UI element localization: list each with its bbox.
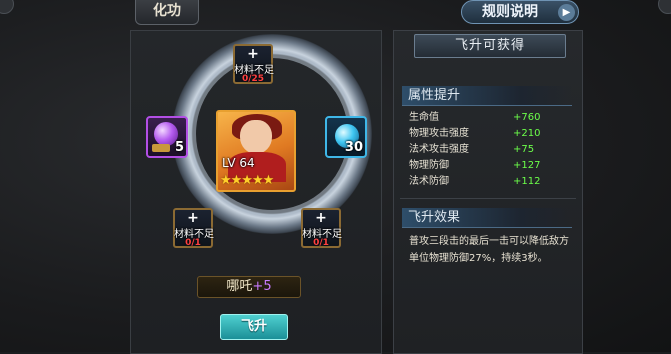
plus-icon: +	[247, 46, 259, 62]
rules-button[interactable]: 规则说明 ▶	[461, 0, 579, 24]
stat-name: 法术防御	[409, 176, 449, 187]
stat-value: +127	[513, 160, 541, 171]
stat-name: 法术攻击强度	[409, 144, 469, 155]
material-count: 0/1	[313, 238, 329, 248]
hero-name-bar: 哪吒+5	[197, 276, 301, 298]
material-slot-right[interactable]: 30	[325, 116, 367, 158]
stat-row: 法术攻击强度 +75	[409, 142, 559, 158]
stat-name: 物理攻击强度	[409, 128, 469, 139]
hero-plus-level: +5	[252, 279, 272, 294]
play-arrow-icon: ▶	[558, 4, 575, 21]
stat-row: 法术防御 +112	[409, 174, 559, 190]
rewards-title: 飞升可获得	[414, 34, 566, 58]
hero-name: 哪吒	[226, 279, 253, 294]
plus-icon: +	[315, 210, 327, 226]
stat-row: 物理攻击强度 +210	[409, 126, 559, 142]
divider	[400, 198, 576, 199]
plus-icon: +	[187, 210, 199, 226]
rewards-panel	[393, 30, 583, 354]
hero-face	[240, 120, 272, 154]
hero-portrait[interactable]: LV 64 ★★★★★	[216, 110, 296, 192]
stat-name: 物理防御	[409, 160, 449, 171]
stat-value: +210	[513, 128, 541, 139]
effect-description: 普攻三段击的最后一击可以降低敌方单位物理防御27%，持续3秒。	[409, 236, 569, 264]
stat-row: 生命值 +760	[409, 110, 559, 126]
stat-value: +112	[513, 176, 541, 187]
tab-huagong[interactable]: 化功	[135, 0, 199, 25]
star-rating: ★★★★★	[220, 173, 274, 188]
stat-row: 物理防御 +127	[409, 158, 559, 174]
material-slot-bottom-left[interactable]: + 材料不足 0/1	[173, 208, 214, 248]
rules-label: 规则说明	[482, 4, 538, 20]
stat-name: 生命值	[409, 112, 439, 123]
treasure-box-icon	[152, 144, 170, 152]
stat-value: +75	[513, 144, 535, 155]
material-slot-top[interactable]: + 材料不足 0/25	[233, 44, 274, 84]
effect-header: 飞升效果	[402, 208, 572, 228]
attribute-header: 属性提升	[402, 86, 572, 106]
stat-value: +760	[513, 112, 541, 123]
hero-level: LV 64	[222, 156, 255, 170]
material-slot-left[interactable]: 5	[146, 116, 188, 158]
item-count: 30	[344, 140, 363, 155]
material-count: 0/25	[241, 74, 265, 84]
material-count: 0/1	[185, 238, 201, 248]
material-slot-bottom-right[interactable]: + 材料不足 0/1	[301, 208, 342, 248]
ascend-button[interactable]: 飞升	[220, 314, 288, 340]
item-count: 5	[174, 140, 184, 155]
